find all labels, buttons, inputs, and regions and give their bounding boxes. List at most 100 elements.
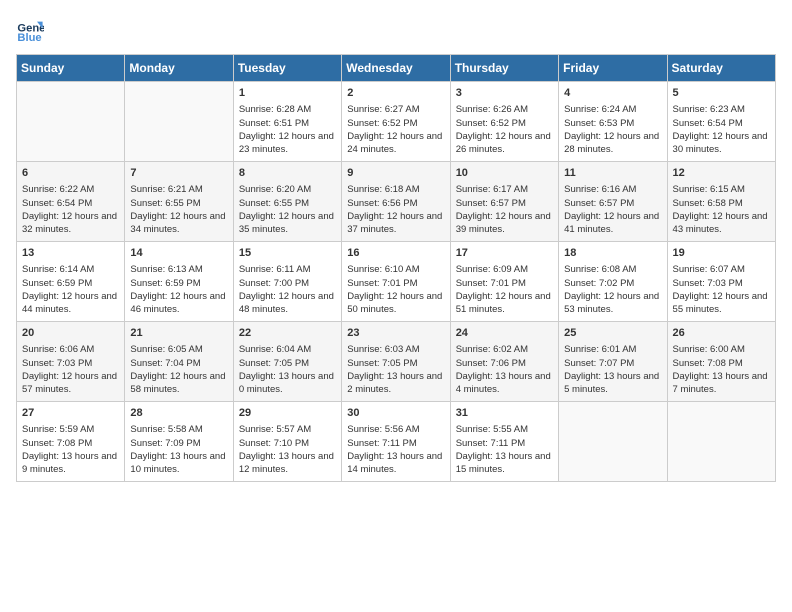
day-number: 25	[564, 326, 661, 341]
calendar-cell: 10 Sunrise: 6:17 AM Sunset: 6:57 PM Dayligh…	[450, 162, 558, 242]
day-number: 24	[456, 326, 553, 341]
day-number: 14	[130, 246, 227, 261]
calendar-cell: 5 Sunrise: 6:23 AM Sunset: 6:54 PM Daylight…	[667, 82, 775, 162]
header-day-wednesday: Wednesday	[342, 55, 450, 82]
sunrise: Sunrise: 6:23 AM	[673, 104, 745, 115]
sunset: Sunset: 6:51 PM	[239, 118, 309, 129]
day-number: 28	[130, 406, 227, 421]
day-number: 16	[347, 246, 444, 261]
sunset: Sunset: 7:03 PM	[673, 278, 743, 289]
sunset: Sunset: 7:01 PM	[347, 278, 417, 289]
calendar-cell	[559, 402, 667, 482]
header-day-friday: Friday	[559, 55, 667, 82]
calendar-cell: 25 Sunrise: 6:01 AM Sunset: 7:07 PM Dayligh…	[559, 322, 667, 402]
calendar-cell: 15Sunrise: 6:11 AMSunset: 7:00 PMDayligh…	[233, 242, 341, 322]
sunrise: Sunrise: 5:57 AM	[239, 424, 311, 435]
calendar-cell: 20Sunrise: 6:06 AMSunset: 7:03 PMDayligh…	[17, 322, 125, 402]
sunrise: Sunrise: 6:17 AM	[456, 184, 528, 195]
day-number: 30	[347, 406, 444, 421]
sunset: Sunset: 7:09 PM	[130, 438, 200, 449]
sunset: Sunset: 7:07 PM	[564, 358, 634, 369]
sunset: Sunset: 6:59 PM	[130, 278, 200, 289]
sunset: Sunset: 7:05 PM	[239, 358, 309, 369]
daylight: Daylight: 12 hours and 51 minutes.	[456, 291, 551, 315]
sunrise: Sunrise: 6:13 AM	[130, 264, 202, 275]
sunset: Sunset: 7:03 PM	[22, 358, 92, 369]
sunset: Sunset: 6:52 PM	[456, 118, 526, 129]
daylight: Daylight: 12 hours and 24 minutes.	[347, 131, 442, 155]
day-number: 27	[22, 406, 119, 421]
day-number: 12	[673, 166, 770, 181]
sunrise: Sunrise: 6:24 AM	[564, 104, 636, 115]
sunrise: Sunrise: 6:02 AM	[456, 344, 528, 355]
daylight: Daylight: 13 hours and 12 minutes.	[239, 451, 334, 475]
daylight: Daylight: 12 hours and 50 minutes.	[347, 291, 442, 315]
daylight: Daylight: 12 hours and 28 minutes.	[564, 131, 659, 155]
calendar-cell: 31Sunrise: 5:55 AMSunset: 7:11 PMDayligh…	[450, 402, 558, 482]
calendar-cell: 19Sunrise: 6:07 AMSunset: 7:03 PMDayligh…	[667, 242, 775, 322]
day-number: 26	[673, 326, 770, 341]
calendar-header: SundayMondayTuesdayWednesdayThursdayFrid…	[17, 55, 776, 82]
day-number: 17	[456, 246, 553, 261]
sunset: Sunset: 7:08 PM	[673, 358, 743, 369]
sunset: Sunset: 7:00 PM	[239, 278, 309, 289]
day-number: 5	[673, 86, 770, 101]
sunrise: Sunrise: 6:03 AM	[347, 344, 419, 355]
calendar-cell: 22Sunrise: 6:04 AMSunset: 7:05 PMDayligh…	[233, 322, 341, 402]
sunrise: Sunrise: 5:58 AM	[130, 424, 202, 435]
day-number: 31	[456, 406, 553, 421]
daylight: Daylight: 12 hours and 37 minutes.	[347, 211, 442, 235]
daylight: Daylight: 12 hours and 46 minutes.	[130, 291, 225, 315]
day-number: 13	[22, 246, 119, 261]
sunrise: Sunrise: 6:20 AM	[239, 184, 311, 195]
day-number: 3	[456, 86, 553, 101]
sunset: Sunset: 6:53 PM	[564, 118, 634, 129]
daylight: Daylight: 12 hours and 39 minutes.	[456, 211, 551, 235]
calendar-cell: 23Sunrise: 6:03 AMSunset: 7:05 PMDayligh…	[342, 322, 450, 402]
day-number: 22	[239, 326, 336, 341]
sunrise: Sunrise: 5:59 AM	[22, 424, 94, 435]
daylight: Daylight: 13 hours and 10 minutes.	[130, 451, 225, 475]
daylight: Daylight: 13 hours and 14 minutes.	[347, 451, 442, 475]
daylight: Daylight: 12 hours and 57 minutes.	[22, 371, 117, 395]
day-number: 29	[239, 406, 336, 421]
daylight: Daylight: 12 hours and 30 minutes.	[673, 131, 768, 155]
daylight: Daylight: 13 hours and 9 minutes.	[22, 451, 117, 475]
day-number: 19	[673, 246, 770, 261]
logo: General Blue	[16, 16, 48, 44]
daylight: Daylight: 13 hours and 4 minutes.	[456, 371, 551, 395]
daylight: Daylight: 12 hours and 26 minutes.	[456, 131, 551, 155]
day-number: 20	[22, 326, 119, 341]
day-number: 10	[456, 166, 553, 181]
logo-icon: General Blue	[16, 16, 44, 44]
sunrise: Sunrise: 6:01 AM	[564, 344, 636, 355]
sunset: Sunset: 6:54 PM	[22, 198, 92, 209]
svg-text:Blue: Blue	[17, 32, 41, 44]
sunrise: Sunrise: 6:04 AM	[239, 344, 311, 355]
sunset: Sunset: 6:57 PM	[564, 198, 634, 209]
sunset: Sunset: 6:56 PM	[347, 198, 417, 209]
sunrise: Sunrise: 6:16 AM	[564, 184, 636, 195]
calendar-cell: 29 Sunrise: 5:57 AM Sunset: 7:10 PM Dayligh…	[233, 402, 341, 482]
day-number: 23	[347, 326, 444, 341]
calendar-cell: 24Sunrise: 6:02 AMSunset: 7:06 PMDayligh…	[450, 322, 558, 402]
sunset: Sunset: 6:54 PM	[673, 118, 743, 129]
daylight: Daylight: 13 hours and 5 minutes.	[564, 371, 659, 395]
calendar-cell: 4Sunrise: 6:24 AMSunset: 6:53 PMDaylight…	[559, 82, 667, 162]
calendar-cell: 1Sunrise: 6:28 AMSunset: 6:51 PMDaylight…	[233, 82, 341, 162]
sunrise: Sunrise: 6:28 AM	[239, 104, 311, 115]
sunset: Sunset: 6:58 PM	[673, 198, 743, 209]
sunset: Sunset: 6:52 PM	[347, 118, 417, 129]
sunset: Sunset: 6:57 PM	[456, 198, 526, 209]
calendar-cell	[667, 402, 775, 482]
daylight: Daylight: 12 hours and 58 minutes.	[130, 371, 225, 395]
sunrise: Sunrise: 6:00 AM	[673, 344, 745, 355]
sunrise: Sunrise: 6:21 AM	[130, 184, 202, 195]
calendar-cell: 27Sunrise: 5:59 AMSunset: 7:08 PMDayligh…	[17, 402, 125, 482]
calendar-cell: 6Sunrise: 6:22 AMSunset: 6:54 PMDaylight…	[17, 162, 125, 242]
sunrise: Sunrise: 6:05 AM	[130, 344, 202, 355]
day-number: 1	[239, 86, 336, 101]
sunset: Sunset: 7:10 PM	[239, 438, 309, 449]
calendar-cell: 28 Sunrise: 5:58 AM Sunset: 7:09 PM Dayligh…	[125, 402, 233, 482]
sunset: Sunset: 7:11 PM	[456, 438, 526, 449]
